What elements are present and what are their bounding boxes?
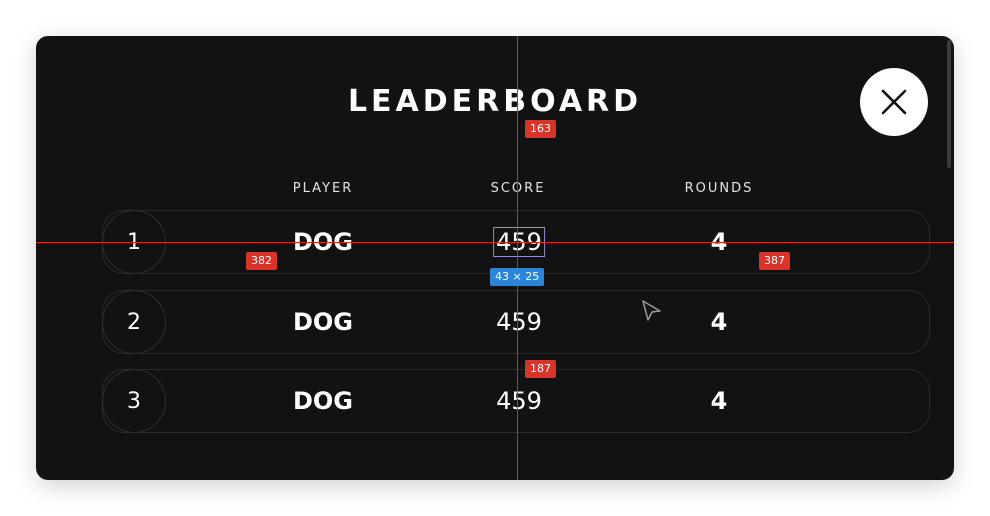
column-header-rounds: ROUNDS: [684, 181, 754, 196]
horizontal-guide-line: [36, 242, 954, 243]
player-name: DOG: [292, 387, 354, 415]
player-rounds: 4: [710, 308, 728, 336]
player-score: 459: [496, 387, 542, 415]
cursor-icon: [642, 300, 661, 321]
size-badge: 43 × 25: [490, 268, 545, 286]
close-button[interactable]: [860, 68, 928, 136]
distance-badge-right: 387: [759, 252, 790, 270]
player-rounds: 4: [710, 387, 728, 415]
page-title: LEADERBOARD: [347, 84, 643, 119]
column-header-player: PLAYER: [292, 181, 354, 196]
rank-badge: 2: [102, 290, 166, 354]
distance-badge-top: 163: [525, 120, 556, 138]
column-header-score: SCORE: [490, 181, 546, 196]
leaderboard-modal: LEADERBOARD PLAYER SCORE ROUNDS 1 DOG 45…: [36, 36, 954, 480]
leaderboard-row[interactable]: 3 DOG 459 4: [102, 369, 930, 433]
rank-badge: 3: [102, 369, 166, 433]
leaderboard-row[interactable]: 2 DOG 459 4: [102, 290, 930, 354]
distance-badge-bottom: 187: [525, 360, 556, 378]
vertical-guide-line: [517, 36, 518, 480]
close-icon: [881, 89, 907, 115]
distance-badge-left: 382: [246, 252, 277, 270]
player-score: 459: [496, 308, 542, 336]
player-name: DOG: [292, 308, 354, 336]
